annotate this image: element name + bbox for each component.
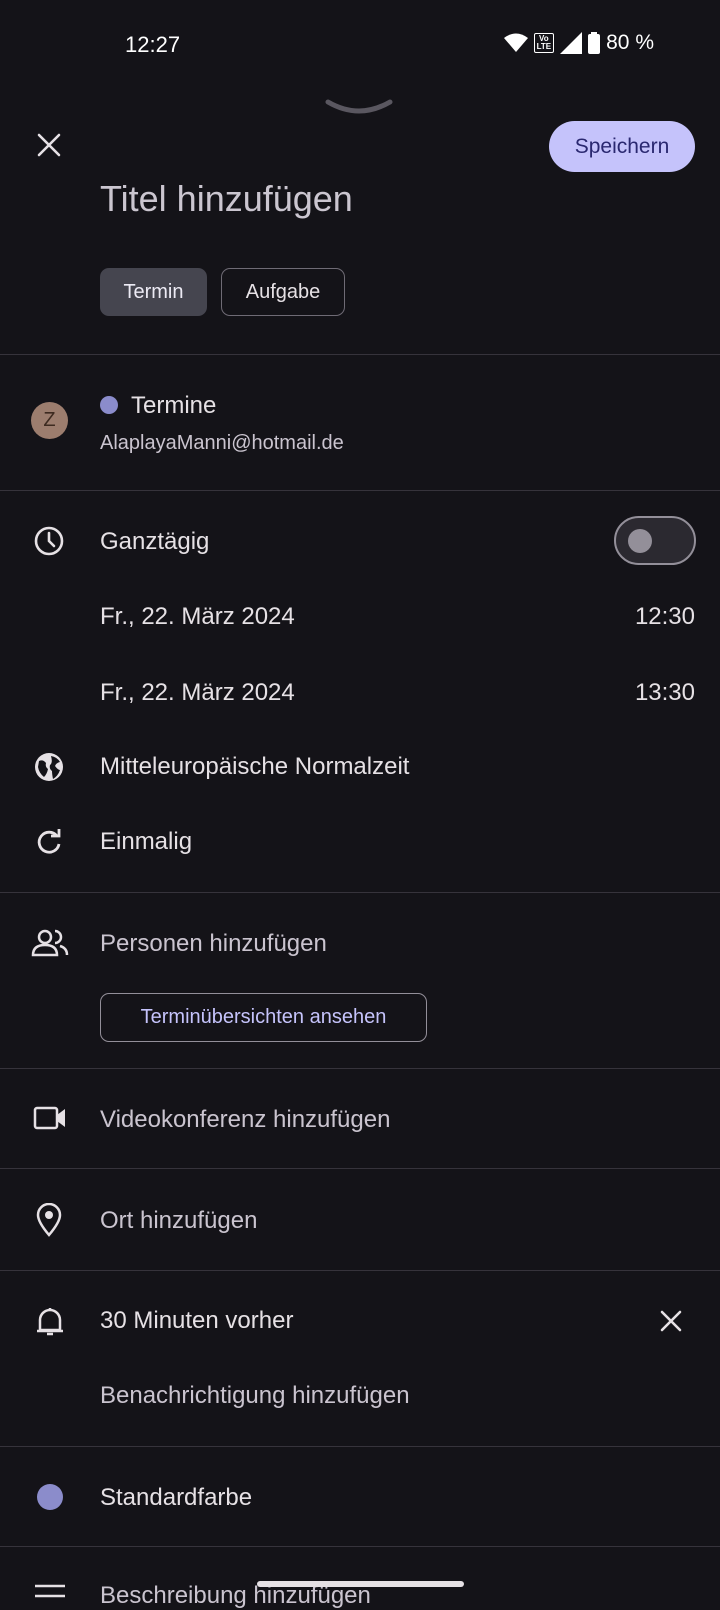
divider [0, 1546, 720, 1547]
all-day-label: Ganztägig [100, 528, 210, 555]
wifi-icon [503, 33, 528, 52]
divider [0, 354, 720, 355]
end-date[interactable]: Fr., 22. März 2024 [100, 679, 295, 707]
timezone[interactable]: Mitteleuropäische Normalzeit [100, 753, 409, 781]
divider [0, 1068, 720, 1069]
battery-icon [588, 32, 601, 54]
repeat-icon [37, 829, 61, 854]
add-video-conference[interactable]: Videokonferenz hinzufügen [100, 1106, 390, 1134]
battery-percent: 80 % [606, 31, 654, 54]
repeat-option[interactable]: Einmalig [100, 828, 192, 856]
volte-bottom-text: LTE [536, 42, 552, 51]
notification-item[interactable]: 30 Minuten vorher [100, 1307, 293, 1335]
status-bar: 12:27 Vo LTE 80 % [0, 0, 720, 90]
divider [0, 1168, 720, 1169]
calendar-account[interactable]: AlaplayaManni@hotmail.de [100, 432, 344, 455]
close-icon[interactable] [34, 130, 64, 160]
save-button[interactable]: Speichern [549, 121, 695, 172]
gesture-home-bar[interactable] [257, 1581, 464, 1587]
divider [0, 1446, 720, 1447]
video-camera-icon [33, 1106, 65, 1130]
signal-icon [560, 32, 583, 54]
drag-handle-chevron-icon[interactable] [324, 96, 394, 120]
chip-event[interactable]: Termin [100, 268, 207, 316]
view-schedules-button[interactable]: Terminübersichten ansehen [100, 993, 427, 1042]
toggle-knob [628, 529, 652, 553]
globe-icon [35, 753, 63, 781]
avatar: Z [31, 402, 68, 439]
location-pin-icon [36, 1203, 62, 1237]
title-input[interactable]: Titel hinzufügen [100, 178, 353, 220]
end-time[interactable]: 13:30 [635, 679, 695, 707]
add-people[interactable]: Personen hinzufügen [100, 930, 327, 958]
all-day-toggle[interactable] [614, 516, 696, 565]
status-icons: Vo LTE 80 % [503, 31, 654, 55]
calendar-name[interactable]: Termine [131, 392, 216, 420]
bell-icon [37, 1308, 63, 1336]
divider [0, 892, 720, 893]
start-time[interactable]: 12:30 [635, 603, 695, 631]
people-icon [31, 929, 69, 957]
divider [0, 490, 720, 491]
divider [0, 1270, 720, 1271]
description-lines-icon [35, 1584, 65, 1598]
add-notification[interactable]: Benachrichtigung hinzufügen [100, 1382, 410, 1410]
status-time: 12:27 [125, 32, 181, 57]
color-dot [37, 1484, 63, 1510]
chip-task[interactable]: Aufgabe [221, 268, 345, 316]
volte-icon: Vo LTE [533, 33, 555, 53]
clock-icon [34, 526, 64, 556]
start-date[interactable]: Fr., 22. März 2024 [100, 603, 295, 631]
color-option[interactable]: Standardfarbe [100, 1484, 252, 1512]
add-location[interactable]: Ort hinzufügen [100, 1207, 257, 1235]
remove-notification-close-icon[interactable] [658, 1308, 684, 1334]
calendar-color-dot [100, 396, 118, 414]
